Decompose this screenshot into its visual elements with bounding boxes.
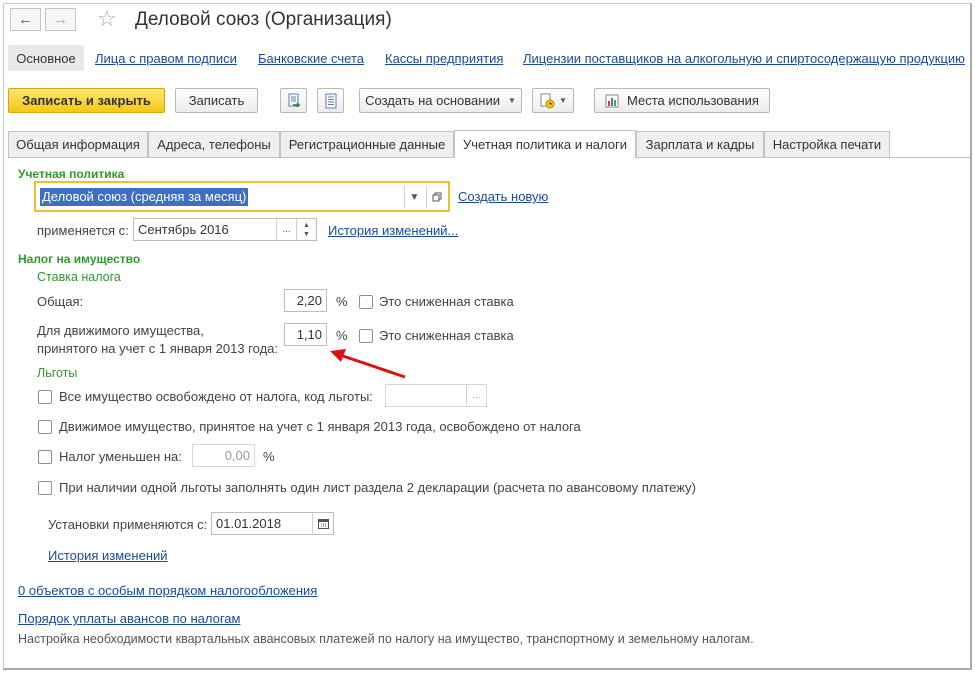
save-and-close-button[interactable]: Записать и закрыть bbox=[8, 88, 165, 113]
spin-down-icon: ▼ bbox=[303, 230, 310, 238]
benefit-code-choose-button[interactable]: ... bbox=[466, 385, 486, 406]
settings-from-date-field[interactable]: 01.01.2018 bbox=[211, 512, 334, 535]
chevron-down-icon: ▼ bbox=[409, 191, 420, 203]
spin-up-icon: ▲ bbox=[303, 221, 310, 229]
page-title: Деловой союз (Организация) bbox=[135, 9, 392, 30]
applies-from-choose-button[interactable]: ... bbox=[276, 219, 296, 240]
red-arrow-annotation bbox=[330, 349, 406, 379]
create-based-on-label: Создать на основании bbox=[365, 93, 500, 108]
movable-exempt-label: Движимое имущество, принятое на учет с 1… bbox=[59, 419, 581, 434]
general-rate-field[interactable]: 2,20 bbox=[284, 289, 327, 312]
advance-order-hint: Настройка необходимости квартальных аван… bbox=[18, 632, 754, 646]
settings-from-label: Установки применяются с: bbox=[48, 517, 208, 532]
policy-dropdown-button[interactable]: ▼ bbox=[404, 186, 424, 208]
one-sheet-checkbox[interactable] bbox=[38, 481, 52, 495]
arrow-left-icon: ← bbox=[18, 11, 33, 28]
settings-from-date-value: 01.01.2018 bbox=[216, 516, 282, 531]
movable-rate-label-1: Для движимого имущества, bbox=[37, 323, 204, 338]
all-exempt-label: Все имущество освобождено от налога, код… bbox=[59, 389, 373, 404]
create-based-on-button[interactable]: Создать на основании ▼ bbox=[359, 88, 522, 113]
document-journal-button[interactable] bbox=[280, 88, 307, 113]
reduced-by-percent: % bbox=[263, 449, 275, 464]
applies-from-field[interactable]: Сентябрь 2016 ... ▲ ▼ bbox=[133, 218, 317, 241]
list-icon bbox=[325, 93, 336, 108]
open-window-icon bbox=[432, 192, 441, 202]
tab-accounting-policy[interactable]: Учетная политика и налоги bbox=[454, 130, 636, 158]
tab-print-settings[interactable]: Настройка печати bbox=[764, 131, 890, 157]
forward-button[interactable]: → bbox=[45, 8, 76, 31]
tab-general[interactable]: Общая информация bbox=[8, 131, 148, 157]
nav-link-bank-accounts[interactable]: Банковские счета bbox=[258, 51, 364, 66]
dropdown-arrow-icon: ▼ bbox=[507, 96, 516, 105]
advance-order-link[interactable]: Порядок уплаты авансов по налогам bbox=[18, 611, 240, 626]
reduced-by-field[interactable]: 0,00 bbox=[192, 444, 255, 467]
reduced-by-label: Налог уменьшен на: bbox=[59, 449, 182, 464]
document-move-icon bbox=[288, 93, 301, 108]
tax-history-link[interactable]: История изменений bbox=[48, 548, 168, 563]
reduced-by-checkbox[interactable] bbox=[38, 450, 52, 464]
create-new-policy-link[interactable]: Создать новую bbox=[458, 189, 548, 204]
movable-exempt-checkbox[interactable] bbox=[38, 420, 52, 434]
policy-select-field[interactable]: Деловой союз (средняя за месяц) ▼ bbox=[34, 181, 450, 212]
applies-from-label: применяется с: bbox=[37, 223, 129, 238]
nav-link-signers[interactable]: Лица с правом подписи bbox=[95, 51, 237, 66]
policy-history-link[interactable]: История изменений... bbox=[328, 223, 458, 238]
calendar-button[interactable] bbox=[312, 513, 333, 534]
tab-payroll[interactable]: Зарплата и кадры bbox=[636, 131, 764, 157]
nav-link-licenses[interactable]: Лицензии поставщиков на алкогольную и сп… bbox=[523, 51, 965, 66]
star-icon[interactable]: ☆ bbox=[97, 6, 117, 32]
property-tax-heading: Налог на имущество bbox=[18, 252, 141, 266]
calendar-icon bbox=[317, 519, 329, 529]
list-view-button[interactable] bbox=[317, 88, 344, 113]
general-rate-percent: % bbox=[336, 294, 348, 309]
general-reduced-label: Это сниженная ставка bbox=[379, 294, 514, 309]
usage-places-button[interactable]: Места использования bbox=[594, 88, 770, 113]
policy-open-button[interactable] bbox=[426, 186, 446, 208]
tab-registration[interactable]: Регистрационные данные bbox=[280, 131, 454, 157]
month-spinner[interactable]: ▲ ▼ bbox=[296, 219, 316, 240]
save-button[interactable]: Записать bbox=[175, 88, 258, 113]
nav-main-label: Основное bbox=[16, 50, 76, 66]
dropdown-arrow-icon: ▼ bbox=[559, 96, 567, 105]
general-reduced-checkbox[interactable] bbox=[359, 295, 373, 309]
accounting-policy-heading: Учетная политика bbox=[18, 167, 125, 181]
report-clock-icon bbox=[540, 93, 555, 108]
usage-places-label: Места использования bbox=[627, 93, 759, 108]
special-objects-link[interactable]: 0 объектов с особым порядком налогооблож… bbox=[18, 583, 317, 598]
back-button[interactable]: ← bbox=[10, 8, 41, 31]
all-exempt-checkbox[interactable] bbox=[38, 390, 52, 404]
one-sheet-label: При наличии одной льготы заполнять один … bbox=[59, 480, 696, 495]
tab-addresses[interactable]: Адреса, телефоны bbox=[148, 131, 280, 157]
nav-main[interactable]: Основное bbox=[8, 45, 84, 71]
nav-link-cash-desks[interactable]: Кассы предприятия bbox=[385, 51, 503, 66]
policy-select-value: Деловой союз (средняя за месяц) bbox=[40, 188, 249, 206]
report-menu-button[interactable]: ▼ bbox=[532, 88, 574, 113]
benefits-heading: Льготы bbox=[37, 366, 78, 380]
bar-chart-icon bbox=[605, 94, 619, 107]
applies-from-value: Сентябрь 2016 bbox=[138, 222, 229, 237]
general-rate-label: Общая: bbox=[37, 294, 84, 309]
tax-rate-heading: Ставка налога bbox=[37, 270, 121, 284]
movable-rate-label-2: принятого на учет с 1 января 2013 года: bbox=[37, 341, 279, 356]
benefit-code-field[interactable]: ... bbox=[385, 384, 487, 407]
arrow-right-icon: → bbox=[53, 11, 68, 28]
movable-rate-field[interactable]: 1,10 bbox=[284, 323, 327, 346]
